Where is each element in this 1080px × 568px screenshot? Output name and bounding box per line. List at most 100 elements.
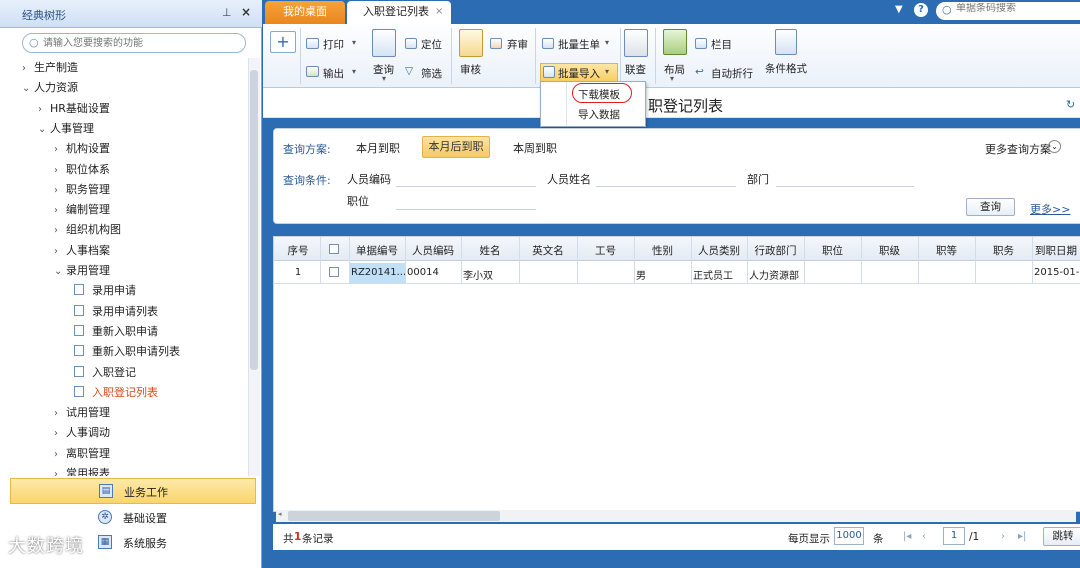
tree-item[interactable]: › 机构设置 bbox=[54, 139, 110, 159]
export-dropdown-icon[interactable]: ▾ bbox=[352, 67, 356, 76]
chevron-down-icon[interactable]: ⌄ bbox=[38, 120, 50, 140]
batch-import-button[interactable]: 批量导入 bbox=[558, 66, 600, 81]
tree-item[interactable]: › 人事调动 bbox=[54, 423, 110, 443]
batch-import-dropdown-icon[interactable]: ▾ bbox=[605, 67, 609, 76]
select-all-checkbox[interactable] bbox=[329, 244, 339, 254]
next-page-icon[interactable]: › bbox=[1001, 531, 1005, 542]
tree-item[interactable]: › 编制管理 bbox=[54, 200, 110, 220]
department-input[interactable] bbox=[776, 186, 914, 187]
tree-item[interactable]: › 生产制造 bbox=[22, 58, 78, 78]
joint-query-button[interactable]: 联查 bbox=[625, 62, 646, 77]
tree-item[interactable]: › 试用管理 bbox=[54, 403, 110, 423]
grid-scrollbar-thumb[interactable] bbox=[288, 511, 500, 521]
column-header[interactable]: 行政部门 bbox=[747, 243, 804, 258]
table-cell[interactable]: 2015-01-3 bbox=[1034, 267, 1080, 278]
position-input[interactable] bbox=[396, 209, 536, 210]
chevron-right-icon[interactable]: › bbox=[54, 445, 66, 465]
table-cell[interactable]: 李小双 bbox=[463, 267, 519, 282]
pin-icon[interactable]: ⊥ bbox=[222, 6, 232, 19]
column-header[interactable]: 职等 bbox=[918, 243, 975, 258]
add-button[interactable]: + bbox=[270, 31, 296, 53]
page-number-input[interactable]: 1 bbox=[943, 527, 965, 545]
first-page-icon[interactable]: |◂ bbox=[903, 531, 911, 542]
query-submit-button[interactable]: 查询 bbox=[966, 198, 1015, 216]
chevron-down-icon[interactable]: ⌄ bbox=[22, 79, 34, 99]
locate-button[interactable]: 定位 bbox=[421, 37, 442, 52]
abandon-audit-button[interactable]: 弃审 bbox=[507, 37, 528, 52]
help-icon[interactable]: ? bbox=[914, 3, 928, 17]
tree-item[interactable]: 重新入职申请列表 bbox=[74, 342, 180, 362]
employee-name-input[interactable] bbox=[596, 186, 736, 187]
chevron-right-icon[interactable]: › bbox=[54, 424, 66, 444]
print-button[interactable]: 打印 bbox=[323, 37, 344, 52]
tree-item[interactable]: 入职登记 bbox=[74, 363, 136, 383]
layout-button[interactable]: 布局 bbox=[664, 62, 685, 77]
column-header[interactable]: 人员编码 bbox=[405, 243, 461, 258]
column-header[interactable]: 职务 bbox=[975, 243, 1032, 258]
columns-button[interactable]: 栏目 bbox=[711, 37, 732, 52]
last-page-icon[interactable]: ▸| bbox=[1018, 531, 1026, 542]
tree-item[interactable]: › 常用报表 bbox=[54, 464, 110, 476]
chevron-right-icon[interactable]: › bbox=[54, 181, 66, 201]
tree-item[interactable]: › 职务管理 bbox=[54, 180, 110, 200]
batch-generate-button[interactable]: 批量生单 bbox=[558, 37, 600, 52]
close-icon[interactable]: × bbox=[241, 5, 251, 19]
tree-item[interactable]: › HR基础设置 bbox=[38, 99, 110, 119]
chevron-right-icon[interactable]: › bbox=[38, 100, 50, 120]
table-cell[interactable]: RZ20141... bbox=[351, 267, 405, 278]
column-header[interactable]: 性别 bbox=[634, 243, 691, 258]
table-cell[interactable]: 人力资源部 bbox=[749, 267, 804, 282]
tree-item[interactable]: ⌄ 人力资源 bbox=[22, 78, 78, 98]
column-header[interactable]: 工号 bbox=[577, 243, 634, 258]
nav-basic-settings[interactable]: ✲ 基础设置 bbox=[10, 505, 256, 529]
chevron-right-icon[interactable]: › bbox=[54, 404, 66, 424]
jump-button[interactable]: 跳转 bbox=[1043, 527, 1080, 546]
export-button[interactable]: 输出 bbox=[323, 66, 344, 81]
column-header[interactable]: 职级 bbox=[861, 243, 918, 258]
tree-item[interactable]: 录用申请列表 bbox=[74, 302, 158, 322]
row-checkbox[interactable] bbox=[329, 267, 339, 277]
column-header[interactable]: 人员类别 bbox=[691, 243, 747, 258]
function-search[interactable]: ○ bbox=[22, 33, 246, 53]
refresh-icon[interactable]: ↻ bbox=[1066, 98, 1075, 111]
chevron-right-icon[interactable]: › bbox=[54, 140, 66, 160]
chevron-down-icon[interactable]: ⌄ bbox=[1048, 140, 1061, 153]
tree-item[interactable]: ⌄ 录用管理 bbox=[54, 261, 110, 281]
chevron-right-icon[interactable]: › bbox=[54, 242, 66, 262]
barcode-search[interactable]: ○ bbox=[936, 2, 1080, 20]
more-schemes-link[interactable]: 更多查询方案 bbox=[985, 141, 1051, 157]
column-header[interactable]: 职位 bbox=[804, 243, 861, 258]
tree-item[interactable]: 录用申请 bbox=[74, 281, 136, 301]
table-cell[interactable]: 1 bbox=[276, 267, 320, 278]
chevron-down-icon[interactable]: ⌄ bbox=[54, 262, 66, 282]
tree-item[interactable]: ⌄ 人事管理 bbox=[38, 119, 94, 139]
tab-close-icon[interactable]: × bbox=[435, 1, 443, 23]
chevron-right-icon[interactable]: › bbox=[54, 201, 66, 221]
column-header[interactable]: 英文名 bbox=[519, 243, 577, 258]
scheme-after-this-month[interactable]: 本月后到职 bbox=[422, 136, 490, 158]
table-cell[interactable]: 男 bbox=[636, 267, 691, 282]
scheme-this-month[interactable]: 本月到职 bbox=[356, 140, 400, 156]
table-cell[interactable]: 00014 bbox=[407, 267, 461, 278]
tree-item[interactable]: › 人事档案 bbox=[54, 241, 110, 261]
scroll-left-icon[interactable]: ◂ bbox=[278, 510, 282, 518]
tree-scrollbar-thumb[interactable] bbox=[250, 70, 258, 370]
table-cell[interactable]: 正式员工 bbox=[693, 267, 747, 282]
per-page-input[interactable]: 1000 bbox=[834, 527, 864, 545]
barcode-search-input[interactable] bbox=[956, 3, 1076, 14]
auto-wrap-button[interactable]: 自动折行 bbox=[711, 66, 753, 81]
scheme-this-week[interactable]: 本周到职 bbox=[513, 140, 557, 156]
batch-generate-dropdown-icon[interactable]: ▾ bbox=[605, 38, 609, 47]
column-header[interactable]: 序号 bbox=[276, 243, 320, 258]
layout-dropdown-icon[interactable]: ▾ bbox=[670, 74, 674, 83]
nav-business-work[interactable]: ▤ 业务工作 bbox=[10, 478, 256, 504]
tree-item[interactable]: 入职登记列表 bbox=[74, 383, 158, 403]
column-header[interactable]: 姓名 bbox=[461, 243, 519, 258]
conditional-format-button[interactable]: 条件格式 bbox=[765, 61, 807, 76]
column-header[interactable]: 到职日期 bbox=[1032, 243, 1080, 258]
chevron-right-icon[interactable]: › bbox=[22, 59, 34, 79]
employee-code-input[interactable] bbox=[396, 186, 536, 187]
chevron-down-icon[interactable]: ▼ bbox=[895, 4, 903, 15]
chevron-right-icon[interactable]: › bbox=[54, 161, 66, 181]
audit-button[interactable]: 审核 bbox=[460, 62, 481, 77]
